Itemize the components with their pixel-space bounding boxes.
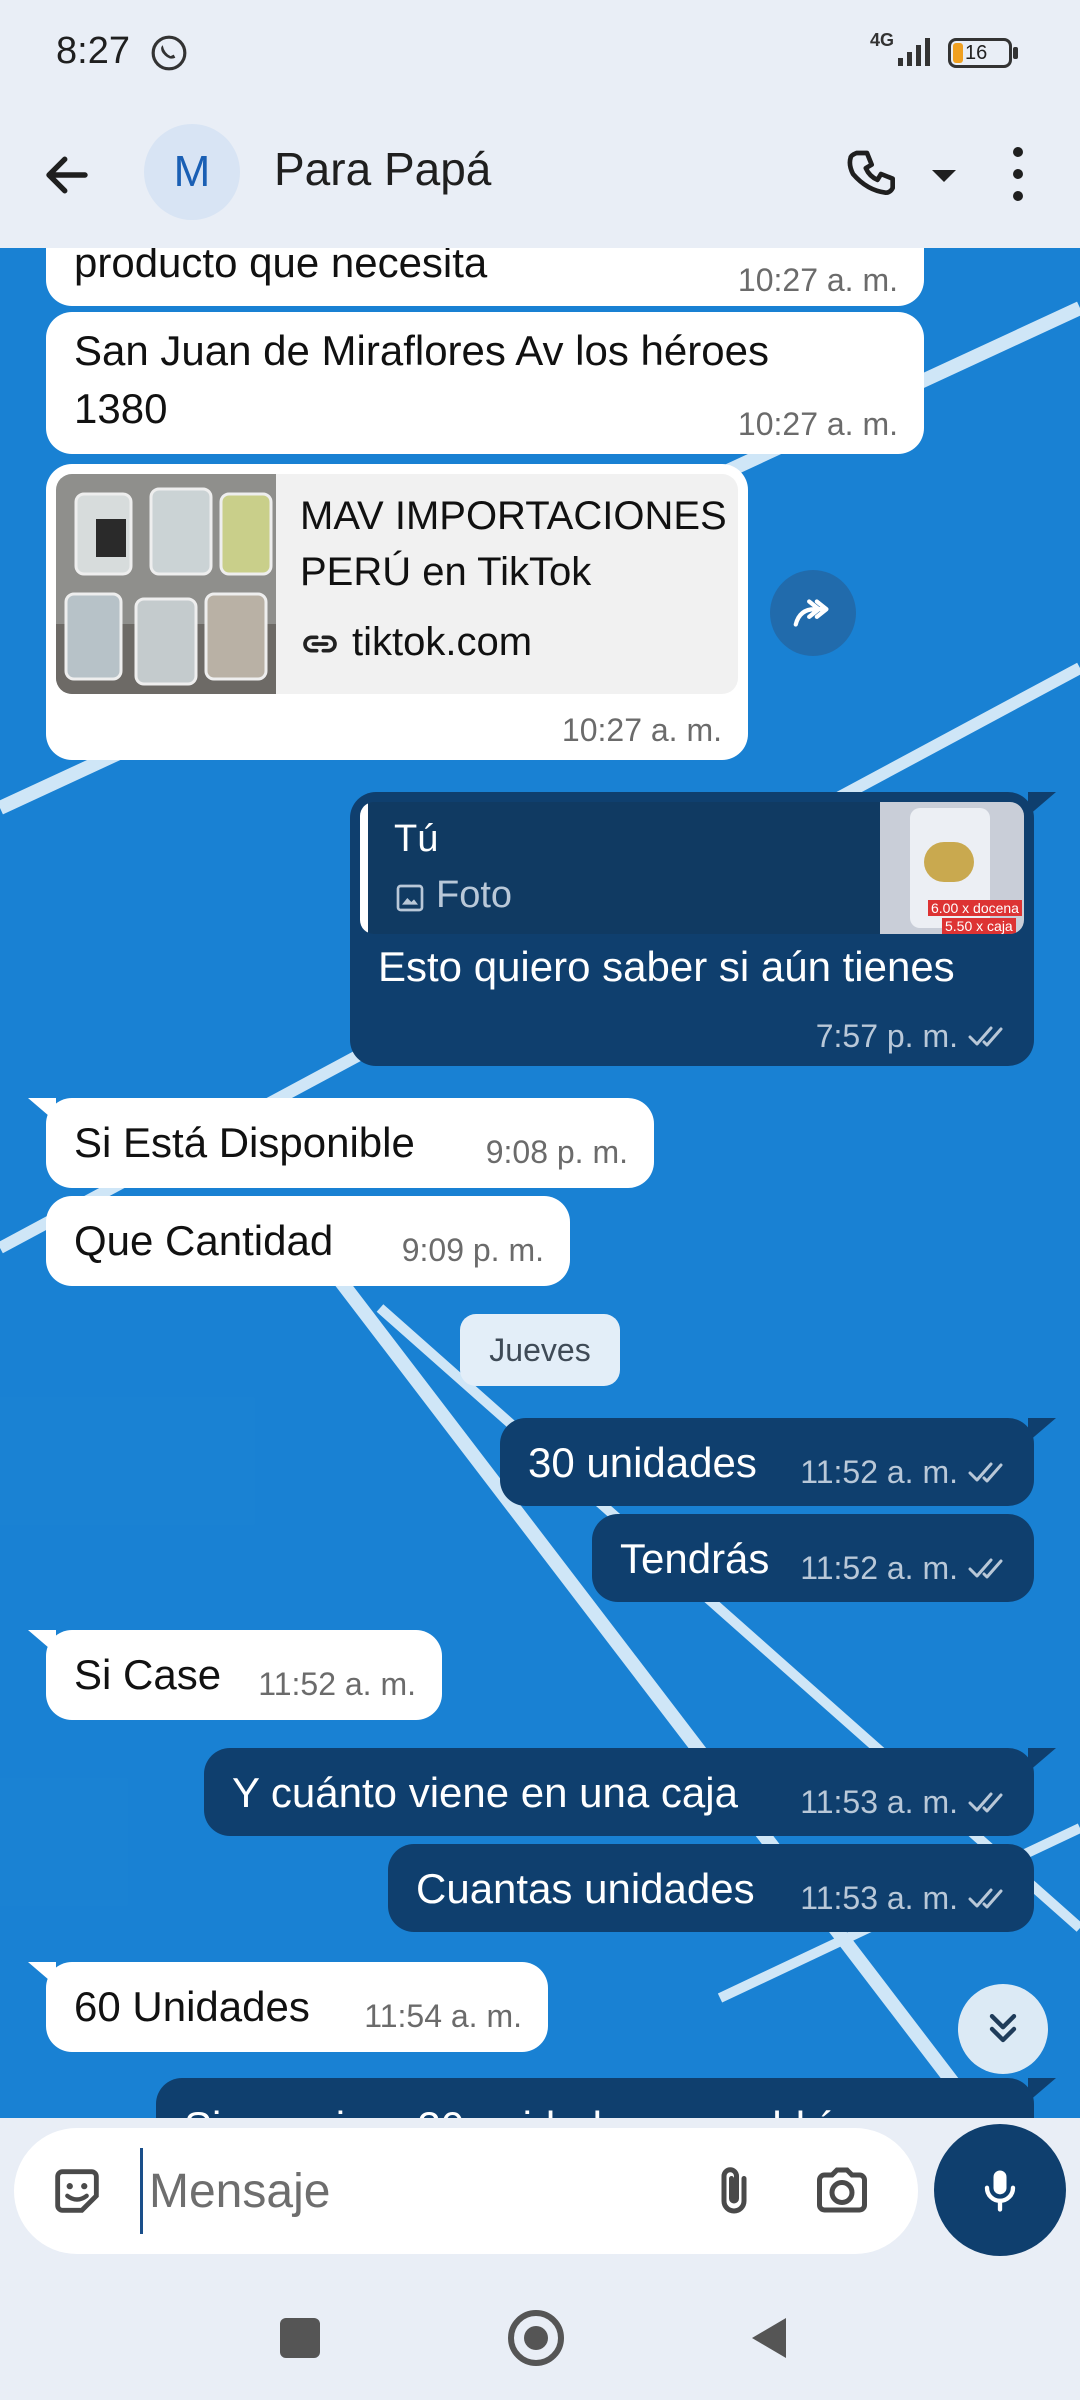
- message-time: 10:27 a. m.: [737, 406, 898, 442]
- message-time: 9:08 p. m.: [485, 1134, 628, 1170]
- chat-header: M Para Papá: [0, 108, 1080, 248]
- quoted-thumbnail: 6.00 x docena 5.50 x caja: [880, 802, 1024, 934]
- battery-icon: 16: [948, 38, 1012, 68]
- microphone-icon: [984, 2170, 1016, 2212]
- link-title-line1: MAV IMPORTACIONES: [300, 494, 727, 538]
- message-input[interactable]: [140, 2148, 700, 2234]
- message-time: 11:54 a. m.: [364, 1998, 522, 2034]
- outgoing-message[interactable]: Si yo quiero 30 unidades me saldría: [156, 2078, 1034, 2118]
- double-check-icon: [968, 1462, 1003, 1483]
- link-icon: [303, 635, 337, 653]
- avatar[interactable]: M: [144, 124, 240, 220]
- home-button[interactable]: [508, 2310, 564, 2366]
- nav-back-icon[interactable]: [748, 2316, 788, 2360]
- outgoing-message[interactable]: Cuantas unidades 11:53 a. m.: [388, 1844, 1034, 1932]
- message-text: Que Cantidad: [74, 1217, 334, 1264]
- thumb-price-1: 6.00 x docena: [928, 900, 1022, 916]
- link-domain: tiktok.com: [352, 620, 533, 664]
- message-text: Si yo quiero 30 unidades me saldría: [184, 2098, 854, 2118]
- whatsapp-icon: [151, 35, 187, 71]
- back-arrow-icon[interactable]: [40, 148, 94, 202]
- message-text: Si Está Disponible: [74, 1119, 415, 1166]
- message-time: 11:53 a. m.: [800, 1784, 958, 1820]
- recents-button[interactable]: [280, 2318, 320, 2358]
- quoted-label: Foto: [436, 874, 513, 916]
- status-bar: 8:27 4G 16: [0, 0, 1080, 108]
- incoming-message[interactable]: producto que necesita 10:27 a. m.: [46, 248, 924, 306]
- link-preview-card[interactable]: MAV IMPORTACIONES PERÚ en TikTok tiktok.…: [56, 474, 738, 694]
- forward-icon: [793, 599, 829, 627]
- incoming-message[interactable]: 60 Unidades 11:54 a. m.: [46, 1962, 548, 2052]
- battery-level: 16: [965, 42, 988, 64]
- message-text: 30 unidades: [528, 1439, 757, 1486]
- contact-name[interactable]: Para Papá: [274, 142, 491, 196]
- message-time: 10:27 a. m.: [737, 262, 898, 298]
- incoming-message[interactable]: Que Cantidad 9:09 p. m.: [46, 1196, 570, 1286]
- outgoing-message[interactable]: Y cuánto viene en una caja 11:53 a. m.: [204, 1748, 1034, 1836]
- incoming-message[interactable]: San Juan de Miraflores Av los héroes 138…: [46, 312, 924, 454]
- quoted-author: Tú: [394, 818, 439, 860]
- link-thumbnail: [56, 474, 276, 694]
- double-check-icon: [968, 1558, 1003, 1579]
- system-nav-bar: [0, 2270, 1080, 2400]
- status-time: 8:27: [56, 30, 130, 72]
- image-icon: [396, 884, 424, 912]
- message-time: 11:53 a. m.: [800, 1880, 958, 1916]
- scroll-to-bottom-button[interactable]: [958, 1984, 1048, 2074]
- message-text: Cuantas unidades: [416, 1865, 755, 1912]
- message-text: 60 Unidades: [74, 1983, 310, 2030]
- signal-icon: [898, 38, 930, 66]
- forward-button[interactable]: [770, 570, 856, 656]
- incoming-message[interactable]: Si Está Disponible 9:08 p. m.: [46, 1098, 654, 1188]
- double-check-icon: [968, 1888, 1003, 1909]
- more-vert-icon[interactable]: [1000, 142, 1036, 206]
- outgoing-message[interactable]: Tendrás 11:52 a. m.: [592, 1514, 1034, 1602]
- camera-icon[interactable]: [810, 2160, 874, 2220]
- phone-icon[interactable]: [846, 146, 902, 202]
- message-text: Si Case: [74, 1651, 222, 1698]
- message-text: Tendrás: [620, 1535, 770, 1582]
- double-check-icon: [968, 1792, 1003, 1813]
- outgoing-message[interactable]: 30 unidades 11:52 a. m.: [500, 1418, 1034, 1506]
- message-time: 9:09 p. m.: [401, 1232, 544, 1268]
- message-text-line1: San Juan de Miraflores Av los héroes: [74, 327, 769, 374]
- message-text: Y cuánto viene en una caja: [232, 1769, 738, 1816]
- outgoing-reply-message[interactable]: Tú Foto 6.00 x docena 5.50 x caja Esto q…: [350, 792, 1034, 1066]
- message-text: Esto quiero saber si aún tienes: [378, 943, 955, 990]
- double-chevron-down-icon: [989, 2013, 1017, 2043]
- voice-record-button[interactable]: [934, 2124, 1066, 2256]
- attachment-icon[interactable]: [704, 2158, 764, 2224]
- double-check-icon: [968, 1026, 1003, 1047]
- message-composer: [14, 2128, 918, 2254]
- date-separator: Jueves: [460, 1314, 620, 1386]
- message-text: producto que necesita: [74, 248, 488, 286]
- quoted-message[interactable]: Tú Foto 6.00 x docena 5.50 x caja: [360, 802, 1024, 934]
- incoming-message[interactable]: Si Case 11:52 a. m.: [46, 1630, 442, 1720]
- message-time: 7:57 p. m.: [815, 1018, 958, 1054]
- sticker-icon[interactable]: [48, 2162, 106, 2220]
- message-time: 10:27 a. m.: [561, 712, 722, 748]
- link-title-line2: PERÚ en TikTok: [300, 550, 592, 594]
- message-time: 11:52 a. m.: [800, 1454, 958, 1490]
- link-preview-message[interactable]: MAV IMPORTACIONES PERÚ en TikTok tiktok.…: [46, 464, 748, 760]
- chat-area[interactable]: producto que necesita 10:27 a. m. San Ju…: [0, 248, 1080, 2118]
- chevron-down-icon[interactable]: [930, 166, 958, 186]
- thumb-price-2: 5.50 x caja: [942, 918, 1016, 934]
- message-time: 11:52 a. m.: [800, 1550, 958, 1586]
- message-text-line2: 1380: [74, 385, 168, 432]
- bubble-tail: [1028, 792, 1056, 816]
- message-time: 11:52 a. m.: [258, 1666, 416, 1702]
- network-type: 4G: [870, 30, 895, 50]
